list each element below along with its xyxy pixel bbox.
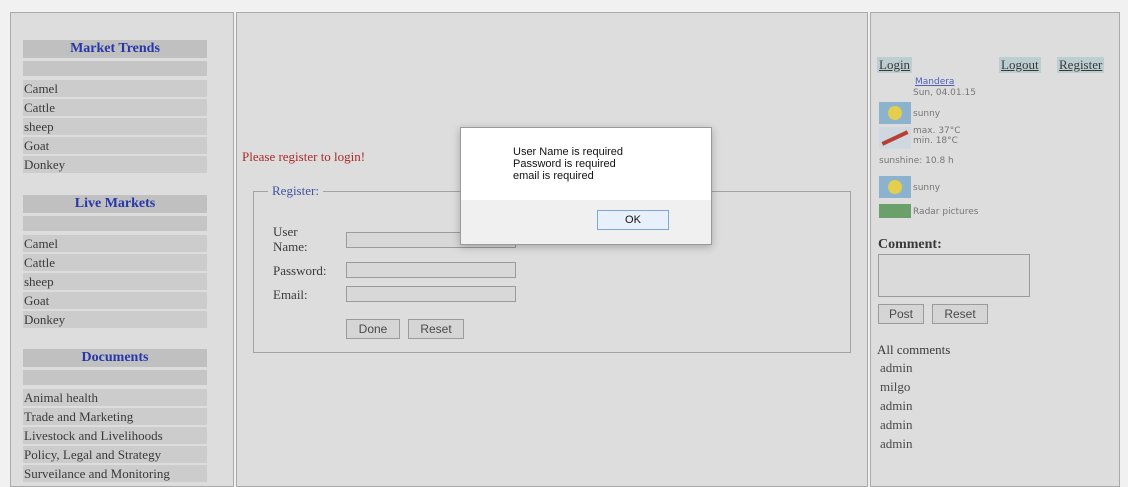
alert-dialog: User Name is required Password is requir… — [460, 127, 712, 245]
dialog-footer: OK — [461, 200, 711, 244]
dialog-message-line: email is required — [513, 170, 594, 182]
dialog-message-line: User Name is required — [513, 146, 624, 158]
dialog-message-line: Password is required — [513, 158, 616, 170]
ok-button[interactable]: OK — [597, 210, 669, 230]
